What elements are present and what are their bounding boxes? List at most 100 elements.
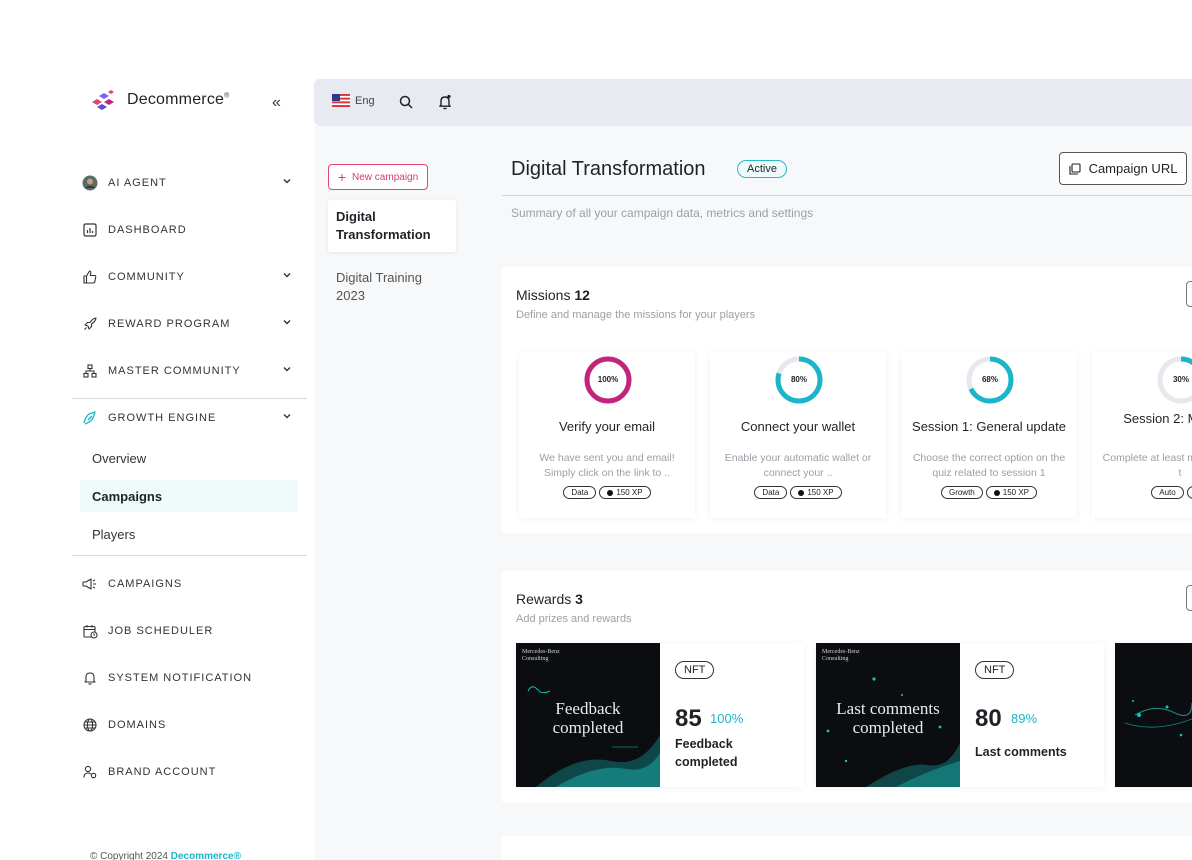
page-title: Digital Transformation (511, 158, 706, 180)
rewards-title: Rewards 3 (516, 591, 583, 607)
xp-icon (993, 489, 1000, 496)
campaign-list-item[interactable]: Digital Transformation (328, 200, 456, 252)
nft-badge: NFT (975, 661, 1015, 679)
copyright-text: © Copyright 2024 (90, 851, 168, 860)
campaign-list-item[interactable]: Digital Training 2023 (328, 261, 456, 313)
mission-card[interactable]: 68% Session 1: General update Choose the… (901, 351, 1077, 518)
mission-tags: Growth 150 XP (901, 486, 1077, 499)
chevron-down-icon[interactable] (281, 363, 293, 375)
campaign-url-button[interactable]: Campaign URL (1059, 152, 1187, 185)
us-flag-icon (332, 94, 350, 107)
logo-icon (92, 90, 114, 110)
sidebar-item-label: MASTER COMMUNITY (108, 365, 241, 377)
progress-label: 68% (981, 375, 998, 384)
chevron-down-icon[interactable] (281, 410, 293, 422)
nft-badge: NFT (675, 661, 715, 679)
progress-label: 80% (790, 375, 807, 384)
sidebar-item-campaigns[interactable]: CAMPAIGNS (82, 572, 297, 596)
sidebar-subitem-campaigns[interactable]: Campaigns (80, 480, 298, 512)
reward-image: Mercedes-Benz Consulting Last comments c… (816, 643, 960, 787)
sidebar-item-ai-agent[interactable]: AI AGENT (82, 171, 297, 195)
image-brand-text: Mercedes-Benz Consulting (522, 649, 560, 662)
dashboard-icon (82, 222, 98, 238)
sidebar-item-community[interactable]: COMMUNITY (82, 265, 297, 289)
new-campaign-label: New campaign (352, 171, 419, 183)
copyright-brand-link[interactable]: Decommerce® (171, 851, 241, 860)
mission-description: We have sent you and email! Simply click… (539, 452, 675, 479)
chevron-down-icon[interactable] (281, 175, 293, 187)
mission-card[interactable]: 100% Verify your email We have sent you … (519, 351, 695, 518)
image-brand-text: Mercedes-Benz Consulting (822, 649, 860, 662)
reward-image: Mercedes-Benz Consulting Feedback comple… (516, 643, 660, 787)
sidebar-subitem-overview[interactable]: Overview (80, 442, 298, 474)
nav-divider (72, 398, 307, 399)
chevron-down-icon[interactable] (281, 269, 293, 281)
category-tag: Data (563, 486, 597, 499)
progress-label: 30% (1172, 375, 1189, 384)
mission-card[interactable]: 30% Session 2: M Conte Complete at least… (1092, 351, 1192, 518)
topbar: Eng (314, 79, 1192, 126)
missions-action-button[interactable] (1186, 281, 1192, 307)
language-selector[interactable]: Eng (332, 94, 375, 107)
xp-value: 150 XP (1002, 488, 1030, 497)
reward-value: 80 (975, 705, 1002, 732)
new-campaign-button[interactable]: + New campaign (328, 164, 428, 190)
sidebar-item-label: BRAND ACCOUNT (108, 766, 217, 778)
reward-card[interactable] (1115, 643, 1192, 787)
sidebar-item-growth-engine[interactable]: GROWTH ENGINE (82, 406, 297, 430)
user-settings-icon (82, 764, 98, 780)
sidebar-item-label: GROWTH ENGINE (108, 412, 217, 424)
sidebar-item-brand-account[interactable]: BRAND ACCOUNT (82, 760, 297, 784)
xp-value: 150 XP (807, 488, 834, 497)
brand-mark: ® (224, 92, 230, 100)
sidebar-item-master-community[interactable]: MASTER COMMUNITY (82, 359, 297, 383)
sidebar-item-job-scheduler[interactable]: JOB SCHEDULER (82, 619, 297, 643)
mission-tags: Data 150 XP (519, 486, 695, 499)
rewards-subtitle: Add prizes and rewards (516, 613, 632, 625)
sidebar-item-dashboard[interactable]: DASHBOARD (82, 218, 297, 242)
calendar-clock-icon (82, 623, 98, 639)
sidebar-subitem-players[interactable]: Players (80, 518, 298, 550)
missions-subtitle: Define and manage the missions for your … (516, 309, 756, 321)
chevron-down-icon[interactable] (281, 316, 293, 328)
search-icon[interactable] (399, 95, 413, 109)
brand-logo[interactable]: Decommerce® (88, 88, 230, 112)
copy-icon (1069, 162, 1081, 175)
category-tag: Growth (940, 486, 983, 499)
sidebar-item-label: DOMAINS (108, 719, 167, 731)
category-tag: Auto (1151, 486, 1184, 499)
missions-title-label: Missions (516, 287, 571, 303)
page-subtitle: Summary of all your campaign data, metri… (511, 206, 814, 220)
bottom-panel (502, 836, 1192, 860)
xp-tag: 150 XP (599, 486, 651, 499)
sidebar-item-label: JOB SCHEDULER (108, 625, 214, 637)
reward-card[interactable]: Mercedes-Benz Consulting Feedback comple… (516, 643, 804, 787)
missions-panel: Missions 12 Define and manage the missio… (502, 267, 1192, 533)
xp-tag (1186, 486, 1192, 499)
plus-icon: + (337, 169, 347, 185)
sidebar-item-label: SYSTEM NOTIFICATION (108, 672, 253, 684)
sidebar-item-label: CAMPAIGNS (108, 578, 183, 590)
mission-description: Enable your automatic wallet or connect … (724, 452, 872, 479)
rewards-panel: Rewards 3 Add prizes and rewards Mercede… (502, 571, 1192, 802)
mission-card[interactable]: 80% Connect your wallet Enable your auto… (710, 351, 886, 518)
xp-value: 150 XP (616, 488, 643, 497)
mission-description: Choose the correct option on the quiz re… (912, 452, 1066, 479)
rewards-action-button[interactable] (1186, 585, 1192, 611)
megaphone-icon (82, 576, 98, 592)
sidebar-item-system-notification[interactable]: SYSTEM NOTIFICATION (82, 666, 297, 690)
sidebar-item-domains[interactable]: DOMAINS (82, 713, 297, 737)
xp-tag: 150 XP (790, 486, 842, 499)
notification-bell-icon[interactable] (438, 94, 452, 110)
sidebar-item-reward-program[interactable]: REWARD PROGRAM (82, 312, 297, 336)
reward-name: Last comments (975, 745, 1067, 759)
reward-card[interactable]: Mercedes-Benz Consulting Last comments c… (816, 643, 1104, 787)
mission-title: Connect your wallet (740, 419, 856, 434)
progress-label: 100% (597, 375, 619, 384)
image-caption: Feedback completed (552, 699, 624, 737)
collapse-sidebar-icon[interactable]: « (272, 94, 281, 112)
sidebar-item-label: AI AGENT (108, 177, 167, 189)
missions-count: 12 (574, 287, 590, 303)
growth-icon (82, 410, 98, 426)
hierarchy-icon (82, 363, 98, 379)
